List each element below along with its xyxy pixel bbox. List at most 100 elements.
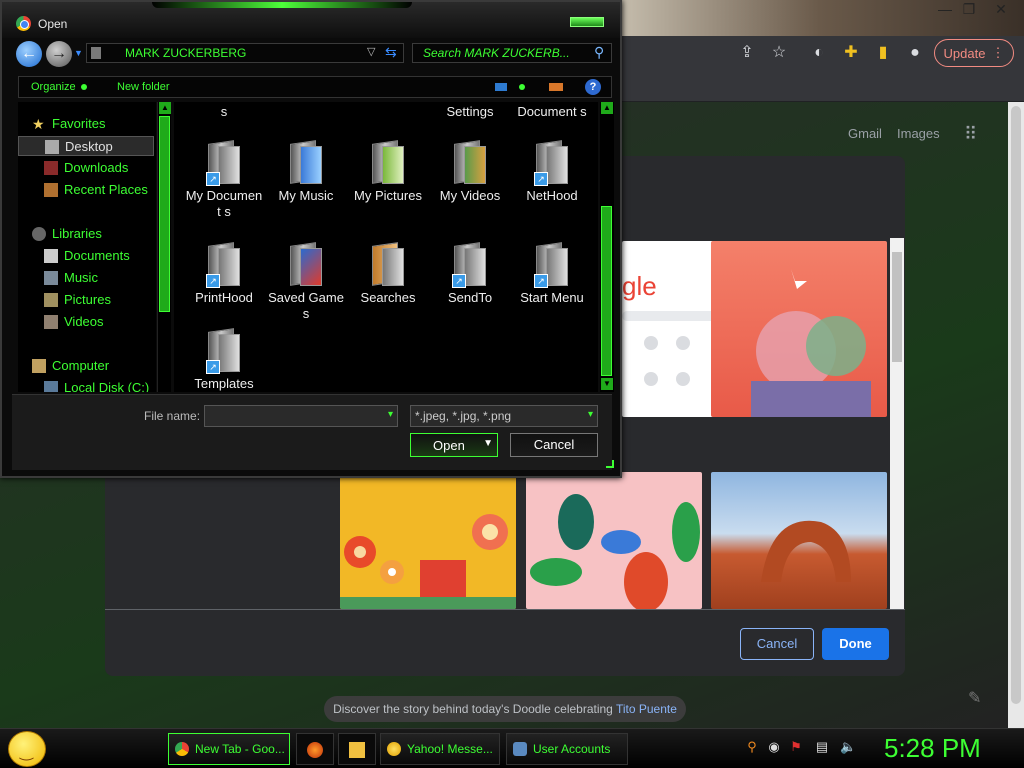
open-button[interactable]: Open ▼: [410, 433, 498, 457]
volume-icon[interactable]: 🔈: [840, 739, 856, 755]
desktop-icon: [45, 140, 59, 154]
extensions-icon[interactable]: ✚: [838, 40, 864, 66]
dialog-close-button[interactable]: [570, 17, 604, 27]
background-tile-plants[interactable]: [526, 472, 702, 609]
task-firefox[interactable]: [296, 733, 334, 765]
file-item[interactable]: My Music: [266, 140, 346, 204]
nav-documents-label: Documents: [64, 248, 130, 263]
file-item[interactable]: Saved Games: [266, 242, 346, 322]
task-explorer[interactable]: [338, 733, 376, 765]
nav-videos[interactable]: Videos: [44, 312, 154, 332]
file-list-scrollbar[interactable]: ▲ ▼: [600, 102, 614, 392]
page-scrollbar[interactable]: [1008, 102, 1024, 728]
customize-scrollbar[interactable]: [890, 238, 904, 610]
gmail-link[interactable]: Gmail: [848, 126, 882, 141]
task-user-accounts[interactable]: User Accounts: [506, 733, 628, 765]
address-path: MARK ZUCKERBERG: [125, 46, 247, 60]
background-tile-illustration[interactable]: [711, 241, 887, 417]
doodle-banner[interactable]: Discover the story behind today's Doodle…: [324, 696, 686, 722]
bookmark-star-icon[interactable]: ☆: [766, 40, 792, 66]
close-icon[interactable]: ✕: [988, 0, 1014, 20]
file-item[interactable]: Document s: [512, 102, 592, 120]
task-chrome[interactable]: New Tab - Goo...: [168, 733, 290, 765]
search-icon[interactable]: ⚲: [594, 44, 604, 61]
scroll-up-icon[interactable]: ▲: [159, 102, 171, 114]
background-tile-arch[interactable]: [711, 472, 887, 609]
action-center-flag-icon[interactable]: ⚑: [788, 739, 804, 755]
file-name-input[interactable]: [204, 405, 398, 427]
file-item[interactable]: ↗ Templates: [184, 328, 264, 392]
file-item[interactable]: ↗ Start Menu: [512, 242, 592, 306]
search-input[interactable]: Search MARK ZUCKERB... ⚲: [412, 43, 612, 63]
file-item[interactable]: My Pictures: [348, 140, 428, 204]
navigation-pane: ★ Favorites Desktop Downloads Recent Pla…: [18, 102, 156, 392]
recent-locations-chevron-icon[interactable]: ▼: [74, 48, 83, 58]
resize-grip-icon[interactable]: [606, 460, 614, 468]
file-item[interactable]: My Videos: [430, 140, 510, 204]
cancel-button[interactable]: Cancel: [510, 433, 598, 457]
scroll-up-icon[interactable]: ▲: [601, 102, 613, 114]
file-label: My Videos: [439, 188, 501, 203]
nav-downloads[interactable]: Downloads: [44, 158, 154, 178]
file-item[interactable]: Searches: [348, 242, 428, 306]
share-icon[interactable]: ⇪: [734, 40, 760, 66]
restore-icon[interactable]: ❐: [956, 0, 982, 20]
back-arrow-icon[interactable]: ←: [16, 41, 42, 67]
scroll-down-icon[interactable]: ▼: [601, 378, 613, 390]
avatar-icon[interactable]: ●: [902, 40, 928, 66]
videos-icon: [44, 315, 58, 329]
side-panel-icon[interactable]: ▮: [870, 40, 896, 66]
nav-libraries[interactable]: Libraries: [32, 224, 152, 244]
file-item[interactable]: ↗ SendTo: [430, 242, 510, 306]
forward-arrow-icon[interactable]: →: [46, 41, 72, 67]
profile-flag-icon[interactable]: ◐: [806, 40, 832, 66]
organize-dropdown-icon[interactable]: [81, 84, 87, 90]
file-item[interactable]: ↗ PrintHood: [184, 242, 264, 306]
chevron-down-icon: ▾: [587, 409, 593, 420]
nav-favorites[interactable]: ★ Favorites: [32, 114, 152, 134]
help-icon[interactable]: ?: [585, 79, 601, 95]
clock[interactable]: 5:28 PM: [884, 733, 981, 764]
nav-computer[interactable]: Computer: [32, 356, 152, 376]
folder-icon: ↗: [206, 242, 242, 288]
doodle-link[interactable]: Tito Puente: [616, 702, 677, 716]
change-view-icon[interactable]: [495, 83, 507, 91]
apps-grid-icon[interactable]: ⠿: [964, 124, 986, 146]
nav-documents[interactable]: Documents: [44, 246, 154, 266]
address-bar[interactable]: MARK ZUCKERBERG ▽ ⇆: [86, 43, 404, 63]
network-icon[interactable]: ▤: [814, 739, 830, 755]
organize-button[interactable]: Organize: [31, 81, 76, 93]
background-tile-flowers[interactable]: [340, 472, 516, 609]
nav-favorites-label: Favorites: [52, 116, 106, 131]
file-item[interactable]: ↗ NetHood: [512, 140, 592, 204]
nav-pictures[interactable]: Pictures: [44, 290, 154, 310]
file-item[interactable]: ↗ My Document s: [184, 140, 264, 220]
nav-recent-places[interactable]: Recent Places: [44, 180, 156, 200]
task-yahoo-messenger[interactable]: Yahoo! Messe...: [380, 733, 500, 765]
navigation-scrollbar[interactable]: ▲: [157, 102, 171, 392]
view-dropdown-icon[interactable]: [519, 84, 525, 90]
nav-libraries-label: Libraries: [52, 226, 102, 241]
search-icon[interactable]: ⚲: [744, 739, 760, 755]
refresh-icon[interactable]: ⇆: [385, 44, 397, 61]
nav-music[interactable]: Music: [44, 268, 154, 288]
file-item[interactable]: Settings: [430, 102, 510, 120]
nav-desktop[interactable]: Desktop: [18, 136, 154, 156]
file-type-select[interactable]: *.jpeg, *.jpg, *.png ▾: [410, 405, 598, 427]
preview-pane-icon[interactable]: [549, 83, 563, 91]
images-link[interactable]: Images: [897, 126, 940, 141]
open-dropdown-icon[interactable]: ▼: [483, 438, 493, 449]
chrome-icon: [175, 742, 189, 756]
edit-pencil-icon[interactable]: ✎: [968, 688, 981, 708]
customize-cancel-button[interactable]: Cancel: [740, 628, 814, 660]
minimize-icon[interactable]: —: [932, 0, 958, 20]
file-item[interactable]: s: [184, 102, 264, 120]
chevron-down-icon[interactable]: ▽: [367, 45, 375, 58]
messenger-tray-icon[interactable]: ◉: [766, 739, 782, 755]
folder-icon: ↗: [534, 242, 570, 288]
new-folder-button[interactable]: New folder: [117, 81, 170, 93]
customize-done-button[interactable]: Done: [822, 628, 889, 660]
nav-local-disk[interactable]: Local Disk (C:): [44, 378, 156, 392]
start-button[interactable]: [8, 731, 46, 767]
update-button[interactable]: Update ⋮: [934, 39, 1014, 67]
